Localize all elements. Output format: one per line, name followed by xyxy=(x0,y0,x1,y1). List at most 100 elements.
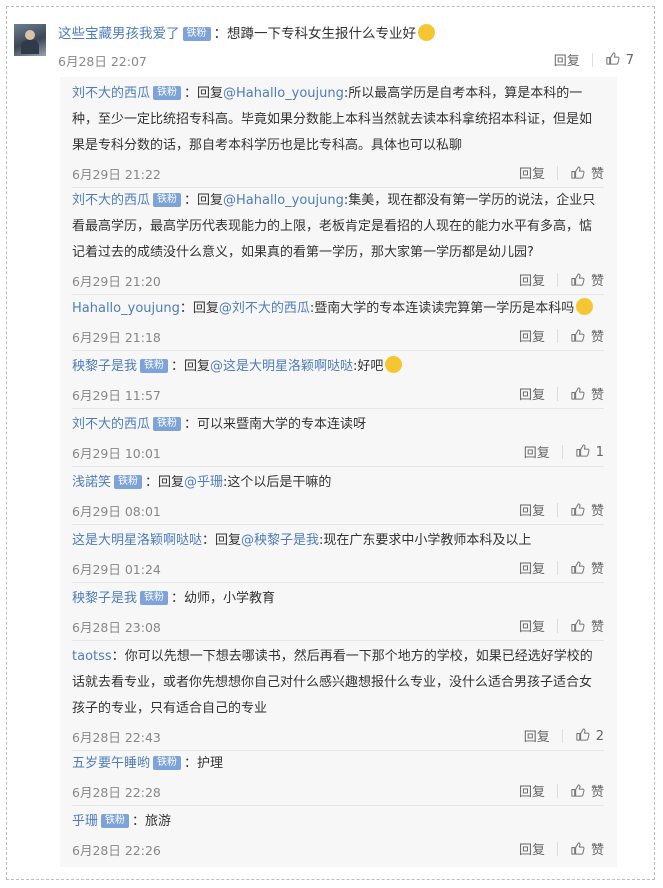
reply-mention[interactable]: @Hahallo_youjung xyxy=(223,193,344,208)
reply-button[interactable]: 回复 xyxy=(519,839,545,858)
reply-username[interactable]: 秧黎子是我 xyxy=(72,359,137,374)
reply-username[interactable]: 秧黎子是我 xyxy=(72,591,137,606)
avatar[interactable] xyxy=(14,24,46,56)
reply-username[interactable]: 刘不大的西瓜 xyxy=(72,417,150,432)
reply-text: taotss：你可以先想一下想去哪读书，然后再看一下那个地方的学校，如果已经选好… xyxy=(72,644,604,722)
reply-date: 6月29日 21:18 xyxy=(72,330,161,345)
like-label: 赞 xyxy=(590,504,604,519)
like-button[interactable]: 赞 xyxy=(570,839,604,858)
like-label: 1 xyxy=(595,445,604,460)
like-button[interactable]: 赞 xyxy=(570,781,604,800)
like-label: 2 xyxy=(595,729,604,744)
reply-date: 6月29日 08:01 xyxy=(72,504,161,519)
reply-date: 6月28日 23:08 xyxy=(72,620,161,635)
main-comment-date: 6月28日 22:07 xyxy=(58,54,147,69)
thumbs-up-icon xyxy=(570,618,585,633)
reply-item: 刘不大的西瓜 铁粉 ：回复@Hahallo_youjung:所以最高学历是自考本科，… xyxy=(72,81,604,188)
reply-username[interactable]: 浅諾笑 xyxy=(72,475,111,490)
reply-username[interactable]: 五岁要午睡哟 xyxy=(72,756,150,771)
fan-badge: 铁粉 xyxy=(153,417,182,431)
action-divider xyxy=(556,328,558,343)
reply-username[interactable]: 刘不大的西瓜 xyxy=(72,86,150,101)
reply-footer: 6月28日 22:28 回复 赞 xyxy=(72,777,604,805)
like-button[interactable]: 1 xyxy=(575,443,604,460)
like-label: 赞 xyxy=(590,620,604,635)
like-button[interactable]: 赞 xyxy=(570,616,604,635)
reply-mention[interactable]: @秧黎子是我 xyxy=(241,533,319,548)
main-comment-text: 这些宝藏男孩我爱了 铁粉 ：想蹲一下专科女生报什么专业好 xyxy=(58,24,628,44)
reply-body: 可以来暨南大学的专本连读呀 xyxy=(197,417,367,432)
reply-footer: 6月29日 21:22 回复 赞 xyxy=(72,159,604,187)
like-button[interactable]: 赞 xyxy=(570,270,604,289)
reply-button[interactable]: 回复 xyxy=(519,326,545,345)
reply-button[interactable]: 回复 xyxy=(519,270,545,289)
thumbs-up-icon xyxy=(570,560,585,575)
like-button[interactable]: 赞 xyxy=(570,326,604,345)
reply-username[interactable]: 这是大明星洛颖啊哒哒 xyxy=(72,533,202,548)
like-button[interactable]: 赞 xyxy=(570,384,604,403)
reply-item: 刘不大的西瓜 铁粉 ：可以来暨南大学的专本连读呀 6月29日 10:01 回复 1 xyxy=(72,412,604,467)
reply-prefix: ： xyxy=(171,591,185,606)
reply-button[interactable]: 回复 xyxy=(519,558,545,577)
reply-date: 6月29日 11:57 xyxy=(72,388,161,403)
like-button[interactable]: 7 xyxy=(605,51,634,68)
reply-footer: 6月29日 11:57 回复 赞 xyxy=(72,380,604,408)
thumbs-up-icon xyxy=(570,502,585,517)
like-label: 赞 xyxy=(590,274,604,289)
reply-text: Hahallo_youjung：回复@刘不大的西瓜:暨南大学的专本连读读完算第一… xyxy=(72,296,604,322)
reply-item: Hahallo_youjung：回复@刘不大的西瓜:暨南大学的专本连读读完算第一… xyxy=(72,296,604,351)
reply-username[interactable]: 乎珊 xyxy=(72,814,98,829)
reply-username[interactable]: 刘不大的西瓜 xyxy=(72,193,150,208)
thumbs-up-icon xyxy=(570,165,585,180)
reply-mention[interactable]: @乎珊 xyxy=(184,475,223,490)
fan-badge: 铁粉 xyxy=(153,193,182,207)
reply-button[interactable]: 回复 xyxy=(554,50,580,69)
fan-badge: 铁粉 xyxy=(153,756,182,770)
reply-prefix: ： xyxy=(184,756,198,771)
reply-button[interactable]: 回复 xyxy=(519,163,545,182)
reply-item: 五岁要午睡哟 铁粉 ：护理 6月28日 22:28 回复 赞 xyxy=(72,751,604,806)
reply-prefix: ： xyxy=(184,417,198,432)
reply-actions: 回复 赞 xyxy=(519,616,604,635)
reply-item: 乎珊 铁粉 ：旅游 6月28日 22:26 回复 赞 xyxy=(72,809,604,863)
reply-username[interactable]: Hahallo_youjung xyxy=(72,301,180,316)
action-divider xyxy=(556,165,558,180)
action-divider xyxy=(591,52,593,67)
fan-badge: 铁粉 xyxy=(114,475,143,489)
reply-mention[interactable]: @刘不大的西瓜 xyxy=(219,301,310,316)
reply-date: 6月29日 01:24 xyxy=(72,562,161,577)
reply-button[interactable]: 回复 xyxy=(519,384,545,403)
main-comment-actions: 回复 7 xyxy=(554,50,634,69)
reply-username[interactable]: taotss xyxy=(72,649,112,664)
reply-actions: 回复 赞 xyxy=(519,781,604,800)
like-count: 7 xyxy=(625,53,634,68)
reply-prefix: ：回复 xyxy=(171,359,211,374)
crying-emoji-icon xyxy=(418,24,435,41)
like-button[interactable]: 赞 xyxy=(570,500,604,519)
reply-button[interactable]: 回复 xyxy=(524,442,550,461)
main-username[interactable]: 这些宝藏男孩我爱了 xyxy=(58,26,180,42)
action-divider xyxy=(561,728,563,743)
like-button[interactable]: 赞 xyxy=(570,163,604,182)
reply-body: 幼师，小学教育 xyxy=(184,591,276,606)
reply-footer: 6月28日 22:26 回复 赞 xyxy=(72,835,604,863)
reply-mention[interactable]: @Hahallo_youjung xyxy=(223,86,344,101)
like-label: 赞 xyxy=(590,330,604,345)
action-divider xyxy=(556,386,558,401)
like-label: 赞 xyxy=(590,843,604,858)
like-button[interactable]: 2 xyxy=(575,727,604,744)
reply-button[interactable]: 回复 xyxy=(519,781,545,800)
thumbs-up-icon xyxy=(575,727,590,742)
like-label: 赞 xyxy=(590,562,604,577)
reply-mention[interactable]: @这是大明星洛颖啊哒哒 xyxy=(210,359,353,374)
emoji-icon xyxy=(385,356,403,373)
reply-prefix: ：回复 xyxy=(184,193,224,208)
like-button[interactable]: 赞 xyxy=(570,558,604,577)
reply-actions: 回复 赞 xyxy=(519,500,604,519)
reply-prefix: ： xyxy=(132,814,146,829)
reply-text: 这是大明星洛颖啊哒哒：回复@秧黎子是我:现在广东要求中小学教师本科及以上 xyxy=(72,528,604,554)
reply-button[interactable]: 回复 xyxy=(519,500,545,519)
reply-button[interactable]: 回复 xyxy=(524,726,550,745)
reply-footer: 6月28日 22:43 回复 2 xyxy=(72,722,604,750)
reply-button[interactable]: 回复 xyxy=(519,616,545,635)
